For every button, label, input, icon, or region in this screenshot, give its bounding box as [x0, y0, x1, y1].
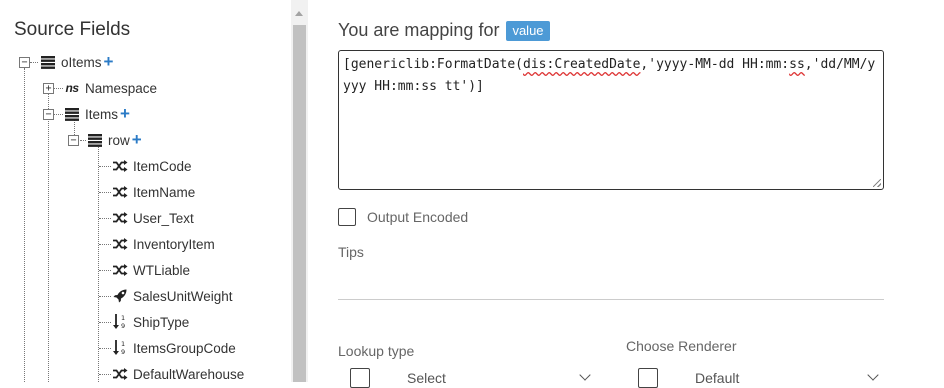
tree-field-label: ItemName	[133, 184, 196, 200]
tree-field-inventoryitem[interactable]: InventoryItem	[112, 235, 215, 253]
tree-connector	[24, 68, 25, 382]
expression-misspelled-token: ss	[789, 57, 805, 72]
tree-node-namespace[interactable]: ns Namespace	[64, 79, 157, 97]
output-encoded-option[interactable]: Output Encoded	[338, 208, 468, 226]
numeric-sort-icon: 19	[112, 314, 128, 330]
mapping-heading-text: You are mapping for	[338, 20, 500, 40]
tree-field-label: WTLiable	[133, 262, 191, 278]
list-icon	[40, 54, 56, 70]
target-field-badge: value	[506, 20, 550, 41]
expression-mid: ,'yyyy-MM-dd HH:mm:	[640, 57, 790, 72]
tree-field-defaultwarehouse[interactable]: DefaultWarehouse	[112, 365, 244, 382]
collapse-toggle-items[interactable]: −	[43, 109, 54, 120]
tree-node-items[interactable]: Items +	[64, 105, 130, 123]
tree-node-oitems[interactable]: oItems +	[40, 53, 113, 71]
shuffle-icon	[112, 236, 128, 252]
tree-field-user-text[interactable]: User_Text	[112, 209, 194, 227]
svg-text:9: 9	[121, 348, 125, 356]
expression-prefix: [genericlib:FormatDate(	[343, 57, 524, 72]
mapping-expression-textarea[interactable]: [genericlib:FormatDate(dis:CreatedDate,'…	[338, 50, 884, 190]
tree-field-itemname[interactable]: ItemName	[112, 183, 195, 201]
tree-field-label: User_Text	[133, 210, 194, 226]
tree-node-label: row	[108, 132, 130, 148]
scrollbar-thumb[interactable]	[293, 25, 306, 382]
numeric-sort-icon: 19	[112, 340, 128, 356]
collapse-toggle-row[interactable]: −	[68, 135, 79, 146]
add-field-icon[interactable]: +	[132, 131, 142, 148]
expression-field-reference: dis:CreatedDate	[523, 57, 641, 72]
add-field-icon[interactable]: +	[120, 105, 130, 122]
tree-node-row[interactable]: row +	[87, 131, 142, 149]
lookup-type-value: Select	[407, 370, 446, 386]
renderer-value: Default	[695, 370, 740, 386]
rocket-icon	[112, 288, 128, 304]
tree-connector	[54, 114, 63, 115]
tree-connector	[48, 119, 49, 382]
tree-connector	[99, 348, 111, 349]
tree-field-label: ItemCode	[133, 158, 192, 174]
lookup-type-label: Lookup type	[338, 343, 415, 359]
output-encoded-label: Output Encoded	[367, 209, 469, 225]
renderer-checkbox[interactable]	[638, 368, 658, 388]
tree-field-wtliable[interactable]: WTLiable	[112, 261, 190, 279]
scroll-up-arrow-icon[interactable]	[295, 11, 303, 16]
tree-connector	[99, 296, 111, 297]
add-field-icon[interactable]: +	[104, 53, 114, 70]
tree-connector	[30, 62, 38, 63]
tree-node-label: Items	[85, 106, 119, 122]
list-icon	[64, 106, 80, 122]
tree-connector	[54, 88, 63, 89]
tree-field-label: ShipType	[133, 314, 190, 330]
tree-connector	[99, 192, 111, 193]
tree-field-label: ItemsGroupCode	[133, 340, 236, 356]
tree-node-label: oItems	[61, 54, 102, 70]
tree-field-itemcode[interactable]: ItemCode	[112, 157, 192, 175]
output-encoded-checkbox[interactable]	[338, 208, 356, 226]
tree-connector	[99, 374, 111, 375]
source-fields-panel: Source Fields − + − − oItems + ns Namesp…	[0, 0, 290, 382]
chevron-down-icon[interactable]	[867, 369, 879, 381]
shuffle-icon	[112, 366, 128, 382]
tree-connector	[99, 322, 111, 323]
section-divider	[338, 299, 884, 300]
tree-field-itemsgroupcode[interactable]: 19 ItemsGroupCode	[112, 339, 236, 357]
collapse-toggle-oitems[interactable]: −	[19, 57, 30, 68]
left-panel-scrollbar[interactable]	[291, 0, 308, 382]
tree-field-label: SalesUnitWeight	[133, 288, 233, 304]
source-tree: − + − − oItems + ns Namespace Items + ro…	[0, 0, 290, 382]
shuffle-icon	[112, 262, 128, 278]
tree-field-label: DefaultWarehouse	[133, 366, 245, 382]
shuffle-icon	[112, 210, 128, 226]
tree-connector	[99, 244, 111, 245]
namespace-icon: ns	[65, 81, 79, 95]
tree-field-label: InventoryItem	[133, 236, 215, 252]
shuffle-icon	[112, 158, 128, 174]
tree-node-label: Namespace	[85, 80, 158, 96]
tree-field-salesunitweight[interactable]: SalesUnitWeight	[112, 287, 233, 305]
tree-field-shiptype[interactable]: 19 ShipType	[112, 313, 189, 331]
shuffle-icon	[112, 184, 128, 200]
tree-connector	[99, 218, 111, 219]
tips-label: Tips	[338, 244, 364, 260]
tree-connector	[98, 145, 99, 382]
tree-connector	[99, 270, 111, 271]
expand-toggle-namespace[interactable]: +	[43, 83, 54, 94]
lookup-type-select[interactable]: Select	[350, 368, 446, 388]
mapping-heading: You are mapping for value	[338, 20, 550, 41]
tree-connector	[99, 166, 111, 167]
lookup-type-checkbox[interactable]	[350, 368, 370, 388]
renderer-label: Choose Renderer	[626, 338, 737, 354]
renderer-select[interactable]: Default	[638, 368, 739, 388]
chevron-down-icon[interactable]	[579, 369, 591, 381]
svg-text:9: 9	[121, 322, 125, 330]
svg-text:1: 1	[121, 340, 125, 348]
list-icon	[87, 132, 103, 148]
resize-grip-icon[interactable]	[873, 179, 881, 187]
tree-connector	[80, 140, 86, 141]
svg-text:1: 1	[121, 314, 125, 322]
